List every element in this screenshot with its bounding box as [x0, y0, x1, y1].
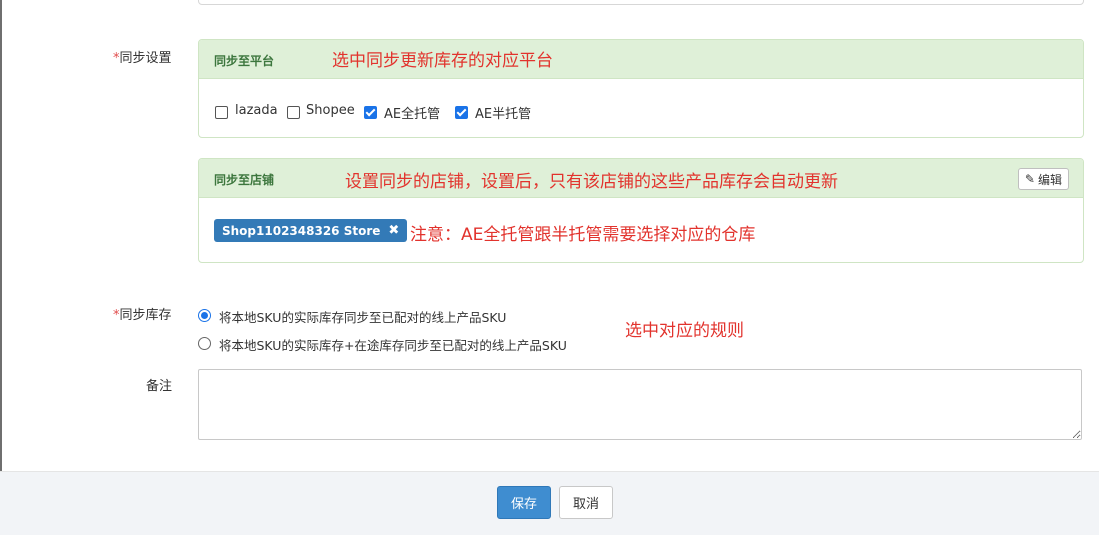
sync-stock-label-text: 同步库存	[119, 308, 172, 323]
sync-stock-label: *同步库存	[113, 304, 172, 323]
sync-settings-label-text: 同步设置	[119, 51, 172, 66]
checkbox-shopee-label[interactable]: Shopee	[306, 103, 355, 118]
checkbox-ae-full-managed-label[interactable]: AE全托管	[384, 103, 440, 122]
checkbox-ae-semi-managed-label[interactable]: AE半托管	[475, 103, 531, 122]
remark-label: 备注	[146, 379, 173, 394]
dialog-footer: 保存 取消	[0, 471, 1099, 535]
store-tag-label: Shop1102348326 Store	[222, 223, 381, 238]
edit-icon: ✎	[1024, 172, 1035, 186]
checkbox-shopee[interactable]	[287, 106, 300, 119]
sync-platform-title: 同步至平台	[214, 54, 275, 68]
radio-actual-plus-transit-stock-label[interactable]: 将本地SKU的实际库存+在途库存同步至已配对的线上产品SKU	[219, 335, 567, 354]
edit-store-button-label: 编辑	[1037, 172, 1062, 187]
platform-annotation: 选中同步更新库存的对应平台	[332, 51, 553, 71]
save-button[interactable]: 保存	[497, 486, 551, 519]
store-warehouse-note: 注意：AE全托管跟半托管需要选择对应的仓库	[410, 225, 756, 245]
remark-textarea[interactable]	[198, 369, 1082, 440]
radio-actual-stock-label[interactable]: 将本地SKU的实际库存同步至已配对的线上产品SKU	[219, 307, 506, 326]
cancel-button[interactable]: 取消	[559, 486, 613, 519]
sync-platform-panel: 同步至平台 lazada Shopee AE全托管 AE半托管	[198, 39, 1084, 138]
radio-actual-stock[interactable]	[198, 309, 211, 322]
radio-actual-plus-transit-stock[interactable]	[198, 337, 211, 350]
sync-store-title: 同步至店铺	[214, 173, 275, 187]
store-annotation: 设置同步的店铺，设置后，只有该店铺的这些产品库存会自动更新	[345, 172, 838, 192]
checkbox-lazada-label[interactable]: lazada	[235, 103, 278, 118]
checkbox-lazada[interactable]	[215, 106, 228, 119]
close-icon[interactable]: ✖	[388, 223, 399, 238]
previous-field-bottom-edge	[198, 0, 1084, 5]
store-tag: Shop1102348326 Store ✖	[214, 219, 408, 242]
edit-store-button[interactable]: ✎ 编辑	[1017, 168, 1069, 190]
window-left-border	[0, 0, 2, 534]
sync-settings-label: *同步设置	[113, 47, 172, 66]
checkbox-ae-full-managed[interactable]	[364, 106, 377, 119]
rule-annotation: 选中对应的规则	[625, 321, 744, 341]
checkbox-ae-semi-managed[interactable]	[455, 106, 468, 119]
